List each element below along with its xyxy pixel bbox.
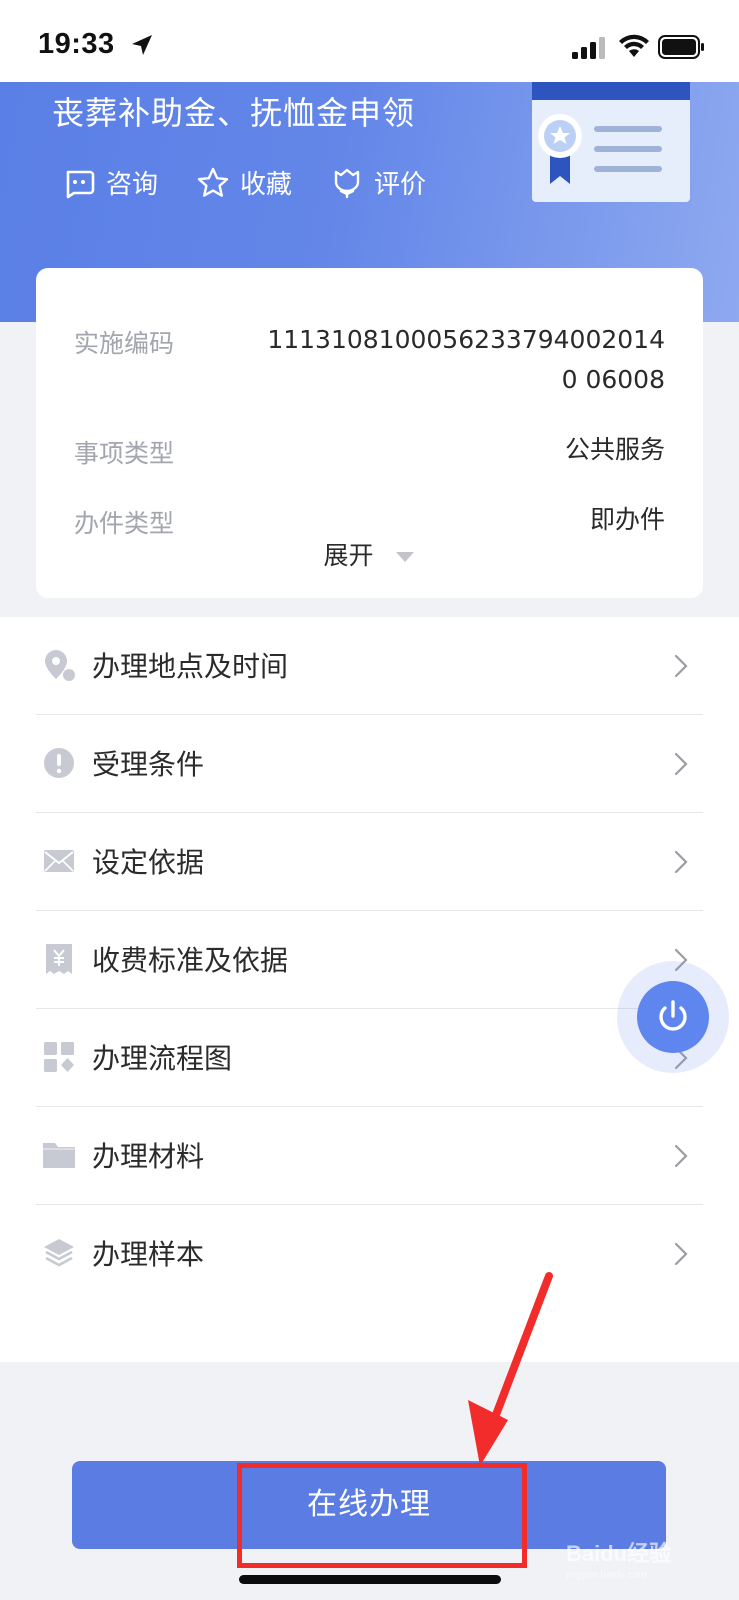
- menu-label: 受理条件: [92, 748, 205, 781]
- chevron-right-icon: [674, 850, 688, 874]
- menu-label: 办理样本: [92, 1238, 205, 1271]
- wifi-icon: [619, 34, 649, 57]
- expand-label: 展开: [323, 541, 374, 570]
- info-card: 实施编码 11131081000562337940020140 06008 事项…: [36, 268, 703, 598]
- receipt-yen-icon: [46, 944, 72, 974]
- flowchart-icon: [44, 1042, 74, 1072]
- info-value: 公共服务: [564, 435, 665, 464]
- info-label: 办件类型: [74, 509, 175, 538]
- tulip-icon: [334, 168, 360, 198]
- watermark: Baidu经验 jingyan.baidu.com: [566, 1530, 716, 1590]
- folder-icon: [43, 1143, 75, 1168]
- menu-item-samples[interactable]: 办理样本: [36, 1205, 703, 1303]
- chevron-right-icon: [674, 1242, 688, 1266]
- watermark-text: Baidu经验: [566, 1541, 672, 1566]
- battery-icon: [658, 35, 704, 59]
- envelope-icon: [44, 850, 74, 872]
- menu-item-legal-basis[interactable]: 设定依据: [36, 813, 703, 911]
- chevron-right-icon: [674, 1144, 688, 1168]
- star-icon: [197, 167, 229, 197]
- menu-label: 收费标准及依据: [92, 944, 289, 977]
- rate-label: 评价: [374, 170, 427, 200]
- watermark-subtext: jingyan.baidu.com: [566, 1570, 647, 1581]
- menu-item-location-time[interactable]: 办理地点及时间: [36, 617, 703, 715]
- chevron-right-icon: [674, 654, 688, 678]
- info-label: 实施编码: [74, 329, 175, 358]
- power-icon: [659, 1000, 687, 1031]
- menu-label: 办理流程图: [92, 1042, 233, 1075]
- annotation-highlight-box: [237, 1463, 527, 1568]
- favorite-button[interactable]: 收藏: [196, 164, 292, 201]
- floating-power-button[interactable]: [637, 981, 709, 1053]
- header-actions: 咨询 收藏 评价: [62, 164, 426, 201]
- location-arrow-icon: [132, 35, 152, 55]
- menu-label: 办理材料: [92, 1140, 205, 1173]
- menu-label: 办理地点及时间: [92, 650, 289, 683]
- exclamation-icon: [44, 748, 74, 778]
- favorite-label: 收藏: [240, 170, 293, 200]
- menu-item-materials[interactable]: 办理材料: [36, 1107, 703, 1205]
- page-title: 丧葬补助金、抚恤金申领: [52, 94, 416, 132]
- annotation-arrow-icon: [468, 1272, 553, 1466]
- menu-item-fees[interactable]: 收费标准及依据: [36, 911, 703, 1009]
- award-ribbon-icon: [538, 114, 662, 184]
- menu-item-flowchart[interactable]: 办理流程图: [36, 1009, 703, 1107]
- chat-icon: [66, 170, 95, 198]
- status-bar: 19:33: [0, 0, 739, 82]
- info-value: 即办件: [589, 505, 665, 534]
- layers-icon: [44, 1239, 74, 1267]
- triangle-down-icon: [396, 552, 415, 562]
- location-icon: [45, 650, 75, 681]
- info-value: 11131081000562337940020140 06008: [267, 325, 665, 394]
- rate-button[interactable]: 评价: [330, 164, 426, 201]
- status-time: 19:33: [38, 28, 115, 60]
- chevron-right-icon: [674, 752, 688, 776]
- consult-button[interactable]: 咨询: [62, 164, 158, 201]
- info-label: 事项类型: [74, 439, 175, 468]
- certificate-illustration: [532, 82, 690, 202]
- menu-label: 设定依据: [92, 846, 205, 879]
- menu-item-conditions[interactable]: 受理条件: [36, 715, 703, 813]
- home-indicator[interactable]: [239, 1575, 501, 1584]
- cellular-signal-icon: [572, 37, 605, 59]
- consult-label: 咨询: [106, 170, 159, 200]
- expand-toggle[interactable]: 展开: [36, 536, 703, 572]
